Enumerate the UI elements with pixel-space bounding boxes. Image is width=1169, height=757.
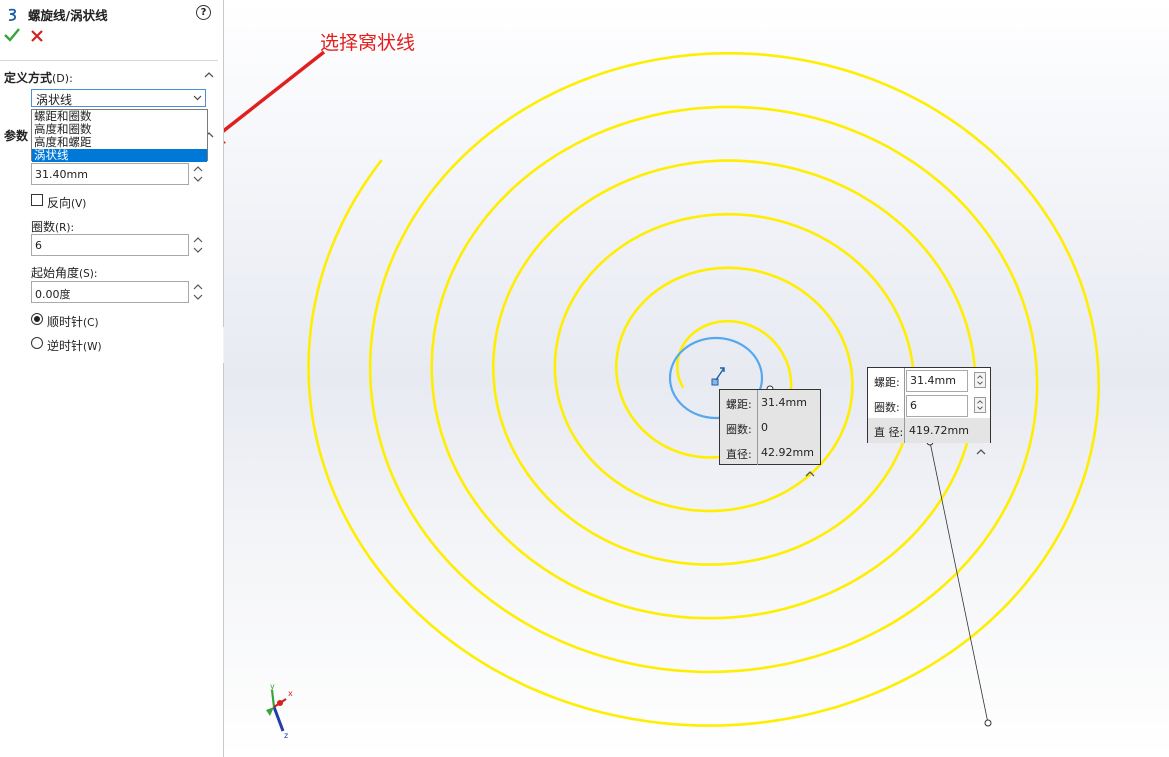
angle-key: (S): — [79, 268, 98, 280]
pitch-input[interactable]: 31.40mm — [31, 163, 189, 185]
panel-title: 螺旋线/涡状线 — [6, 5, 108, 24]
define-section-header[interactable]: 定义方式(D): — [4, 69, 73, 86]
spiral-end-point[interactable] — [984, 719, 992, 727]
annotation-text: 选择窝状线 — [320, 32, 416, 54]
dim-key: 圈数: — [726, 423, 752, 436]
turns-value: 6 — [35, 239, 42, 252]
divider — [0, 60, 218, 61]
coordinate-triad-icon: y x z — [266, 682, 293, 740]
dim-key: 螺距: — [874, 376, 900, 389]
dim-row: 圈数: 6 — [868, 393, 990, 418]
dim-row: 螺距: 31.4mm — [720, 390, 820, 415]
start-angle-value: 0.00度 — [35, 288, 71, 301]
triad-z-label: z — [284, 731, 288, 740]
spiral-sketch: y x z — [224, 50, 1101, 740]
pitch-value: 31.40mm — [35, 168, 88, 181]
dim-row: 螺距: 31.4mm — [868, 368, 990, 393]
clockwise-label-text: 顺时针 — [47, 315, 84, 329]
end-pitch-input[interactable]: 31.4mm — [906, 370, 968, 392]
start-dimension-box: 螺距: 31.4mm 圈数: 0 直径: 42.92mm — [719, 389, 821, 465]
dim-value: 31.4mm — [910, 374, 956, 387]
spinner-icon[interactable] — [974, 397, 986, 413]
counterclockwise-label-text: 逆时针 — [47, 339, 84, 353]
turns-spinner-icon[interactable] — [192, 234, 204, 256]
dim-value: 31.4mm — [761, 396, 807, 409]
graphics-viewport[interactable]: y x z 选择窝状线 螺距: 31.4mm 圈数: 0 直径: 42.92mm — [224, 0, 1169, 757]
angle-label-text: 起始角度 — [31, 266, 80, 280]
reverse-label: 反向(V) — [47, 194, 86, 211]
reverse-key: (V) — [71, 198, 87, 210]
dim-key: 直 径: — [874, 426, 904, 439]
helix-icon — [8, 8, 17, 21]
collapse-chevron-icon[interactable] — [204, 70, 214, 80]
dim-row: 直 径: 419.72mm — [868, 418, 990, 443]
collapse-chevron-icon[interactable] — [975, 447, 987, 457]
ok-checkmark-icon[interactable] — [4, 28, 20, 42]
turns-input[interactable]: 6 — [31, 234, 189, 256]
leader-line — [929, 441, 989, 724]
dim-key: 圈数: — [874, 401, 900, 414]
clockwise-radio[interactable] — [31, 313, 43, 325]
panel-title-text: 螺旋线/涡状线 — [28, 8, 108, 23]
define-by-dropdown-list[interactable]: 螺距和圈数 高度和圈数 高度和螺距 涡状线 — [31, 109, 208, 162]
dim-key: 直径: — [726, 448, 752, 461]
dim-value: 6 — [910, 399, 917, 412]
clockwise-key: (C) — [83, 317, 99, 329]
angle-spinner-icon[interactable] — [192, 281, 204, 303]
turns-label: 圈数(R): — [31, 218, 74, 235]
start-point-icon[interactable] — [711, 367, 725, 386]
property-manager: 螺旋线/涡状线 ? 定义方式(D): 涡状线 参数 31.40mm 反向(V) … — [0, 0, 224, 757]
triad-y-label: y — [270, 682, 275, 691]
dim-value: 0 — [761, 421, 768, 434]
dim-row: 直径: 42.92mm — [720, 440, 820, 465]
define-header-key: (D): — [52, 72, 73, 85]
triad-x-label: x — [288, 689, 293, 698]
spinner-icon[interactable] — [974, 372, 986, 388]
end-turns-input[interactable]: 6 — [906, 395, 968, 417]
chevron-down-icon — [193, 95, 202, 101]
annotation-arrow — [224, 50, 326, 144]
define-header-text: 定义方式 — [4, 71, 53, 85]
end-dimension-box: 螺距: 31.4mm 圈数: 6 直 径: 419.72mm — [867, 367, 991, 443]
dim-key: 螺距: — [726, 398, 752, 411]
angle-label: 起始角度(S): — [31, 264, 97, 281]
turns-label-text: 圈数 — [31, 220, 56, 234]
define-by-select[interactable]: 涡状线 — [31, 89, 206, 107]
counterclockwise-key: (W) — [83, 341, 102, 353]
params-header-text: 参数 — [4, 129, 29, 143]
dim-row: 圈数: 0 — [720, 415, 820, 440]
start-angle-input[interactable]: 0.00度 — [31, 281, 189, 303]
dim-value: 42.92mm — [761, 446, 814, 459]
pitch-spinner-icon[interactable] — [192, 163, 204, 185]
cancel-x-icon[interactable] — [30, 29, 44, 43]
dim-value: 419.72mm — [909, 424, 969, 437]
dropdown-option-selected[interactable]: 涡状线 — [32, 149, 207, 162]
define-by-value: 涡状线 — [36, 93, 73, 107]
clockwise-label: 顺时针(C) — [47, 313, 99, 330]
help-icon[interactable]: ? — [196, 5, 211, 20]
counterclockwise-radio[interactable] — [31, 337, 43, 349]
turns-key: (R): — [55, 222, 75, 234]
reverse-checkbox[interactable] — [31, 194, 43, 206]
collapse-chevron-icon[interactable] — [804, 469, 816, 479]
params-section-header[interactable]: 参数 — [4, 127, 28, 144]
counterclockwise-label: 逆时针(W) — [47, 337, 102, 354]
reverse-label-text: 反向 — [47, 196, 72, 210]
